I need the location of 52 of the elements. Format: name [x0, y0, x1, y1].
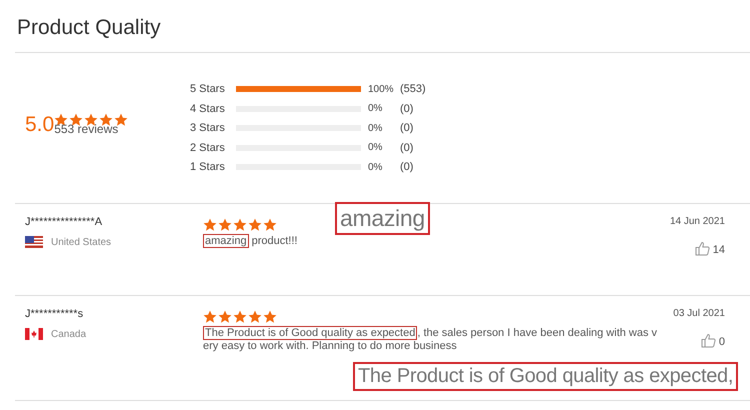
count-text: (0): [400, 102, 414, 114]
star-icon: [69, 113, 84, 126]
country-name: Canada: [51, 328, 86, 340]
star-icon: [218, 218, 232, 231]
country-name: United States: [51, 236, 112, 248]
count-text: (0): [400, 142, 414, 154]
highlight-box: amazing: [203, 234, 249, 248]
rating-score: 5.0: [25, 114, 54, 135]
thumbs-up-icon: [700, 333, 716, 348]
like-button[interactable]: 14: [694, 241, 725, 256]
zoomed-text-callout: amazing: [335, 202, 430, 235]
percent-text: 0%: [368, 162, 384, 172]
zoomed-text-callout: The Product is of Good quality as expected,: [353, 362, 738, 391]
review-text: ery easy to work with. Planning to do more business: [203, 340, 457, 352]
star-label: 1 Stars: [190, 161, 226, 173]
like-button[interactable]: 0: [700, 333, 725, 348]
highlight-box: The Product is of Good quality as expected: [203, 326, 418, 340]
star-icon: [203, 310, 217, 323]
review-count: 553 reviews: [54, 123, 120, 135]
count-text: (0): [400, 161, 414, 173]
percent-text: 0%: [368, 142, 384, 153]
star-icon: [114, 113, 128, 126]
section-title: Product Quality: [15, 0, 750, 53]
star-icon: [84, 113, 98, 126]
count-text: (0): [400, 122, 414, 134]
reviewer-name: J***********s: [25, 308, 84, 320]
review-text: product!!!: [252, 235, 298, 247]
star-label: 5 Stars: [190, 83, 226, 95]
flag-icon: [25, 328, 43, 340]
flag-icon: [25, 236, 43, 248]
star-label: 2 Stars: [190, 142, 226, 154]
percent-text: 100%: [368, 84, 395, 94]
count-text: (553): [400, 83, 426, 95]
star-icon: [263, 218, 277, 231]
star-icon: [203, 218, 217, 231]
star-label: 4 Stars: [190, 102, 226, 114]
review-date: 14 Jun 2021: [670, 216, 725, 227]
review-text: , the sales person I have been dealing with was v: [417, 327, 658, 339]
percent-text: 0%: [368, 122, 384, 134]
star-icon: [248, 310, 262, 323]
star-icon: [263, 310, 277, 323]
star-icon: [54, 113, 68, 126]
star-label: 3 Stars: [190, 122, 226, 134]
star-icon: [99, 113, 114, 126]
thumbs-up-icon: [694, 241, 710, 256]
star-icon: [218, 310, 232, 323]
star-icon: [248, 218, 262, 231]
star-icon: [233, 310, 247, 323]
percent-text: 0%: [368, 103, 384, 114]
reviewer-name: J***************A: [25, 216, 104, 228]
star-icon: [233, 218, 247, 231]
review-date: 03 Jul 2021: [673, 308, 725, 319]
